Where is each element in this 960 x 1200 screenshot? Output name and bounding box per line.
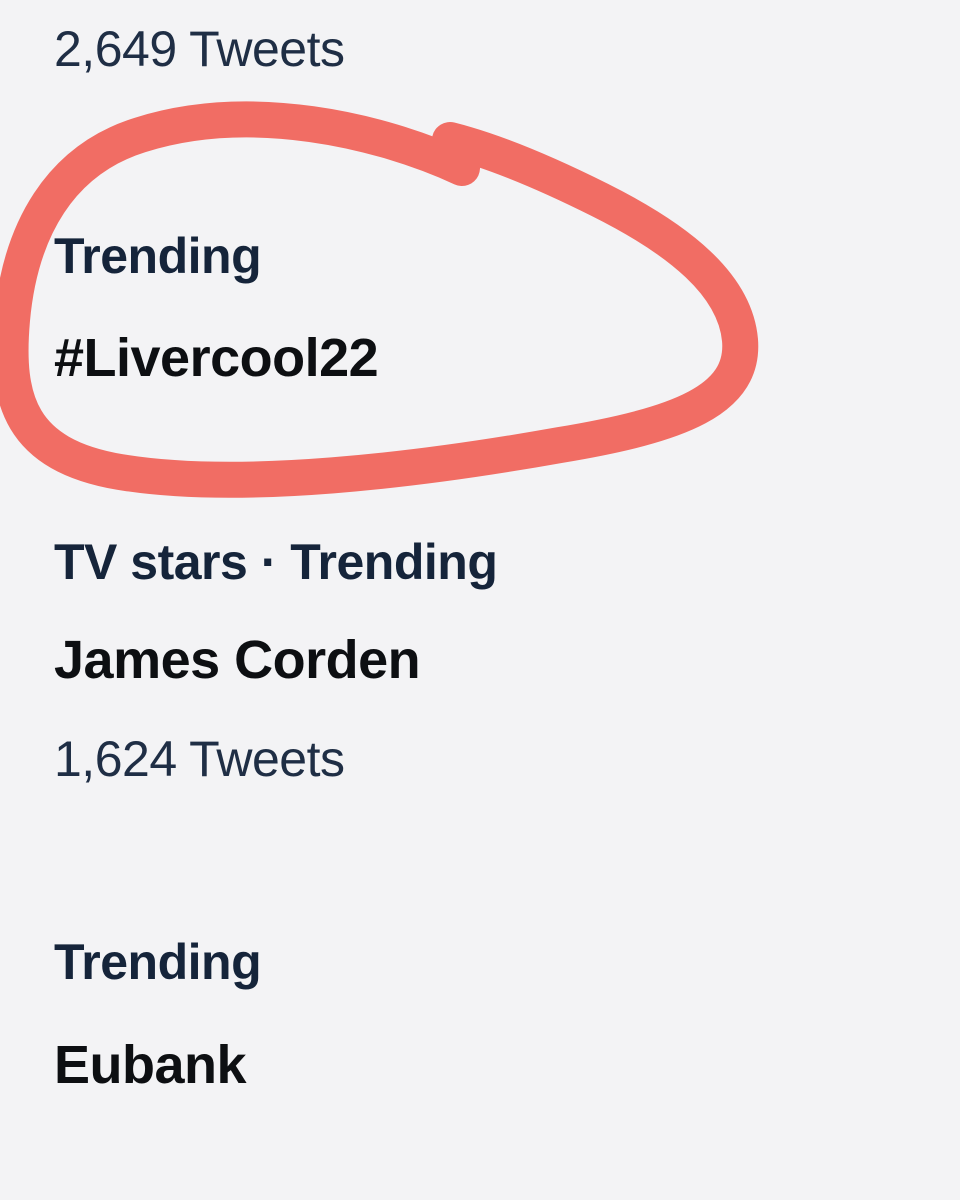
trends-feed: 2,649 Tweets Trending #Livercool22 TV st…	[0, 0, 960, 1200]
trend-context: TV stars · Trending	[54, 534, 498, 590]
trend-context: Trending	[54, 934, 262, 990]
trend-name: James Corden	[54, 630, 421, 690]
trend-item-eubank[interactable]: Trending Eubank	[0, 920, 960, 1120]
tweet-count: 1,624 Tweets	[54, 731, 345, 787]
trend-context: Trending	[54, 228, 262, 284]
tweet-count: 2,649 Tweets	[54, 21, 345, 77]
trend-name: #Livercool22	[54, 328, 379, 388]
trend-name: Eubank	[54, 1035, 247, 1095]
trend-item-livercool22[interactable]: Trending #Livercool22	[0, 200, 960, 400]
trend-item-partial[interactable]: 2,649 Tweets	[0, 0, 960, 100]
trend-item-james-corden[interactable]: TV stars · Trending James Corden 1,624 T…	[0, 520, 960, 790]
